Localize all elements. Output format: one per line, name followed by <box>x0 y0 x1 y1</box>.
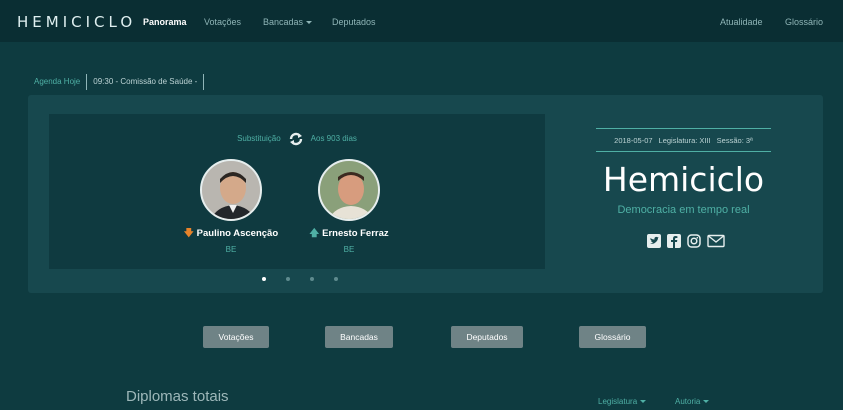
agenda-bar: Agenda Hoje 09:30 - Comissão de Saúde - <box>34 74 205 90</box>
section-title: Diplomas totais <box>126 388 229 405</box>
outgoing-name-text: Paulino Ascenção <box>196 228 279 239</box>
nav-deputados[interactable]: Deputados <box>332 17 376 27</box>
person-photo-icon <box>320 161 378 219</box>
hero-title: Hemiciclo <box>602 160 765 199</box>
arrow-down-icon: 🡇 <box>183 228 194 239</box>
nav-bancadas[interactable]: Bancadas <box>263 17 313 27</box>
session-number: Sessão: 3ª <box>716 135 753 145</box>
carousel-dot-3[interactable] <box>310 277 314 281</box>
deputados-button[interactable]: Deputados <box>451 326 523 348</box>
autoria-filter-label: Autoria <box>675 397 701 406</box>
mail-icon[interactable] <box>707 234 725 248</box>
outgoing-name: 🡇 Paulino Ascenção <box>171 226 291 242</box>
deputy-outgoing[interactable]: 🡇 Paulino Ascenção BE <box>171 159 291 254</box>
chevron-down-icon <box>640 400 647 404</box>
nav-atualidade[interactable]: Atualidade <box>720 17 763 27</box>
instagram-icon[interactable] <box>687 234 701 248</box>
nav-bancadas-label: Bancadas <box>263 17 304 27</box>
deputy-incoming[interactable]: 🡅 Ernesto Ferraz BE <box>289 159 409 254</box>
top-navbar: HEMICICLO Panorama Votações Bancadas Dep… <box>0 0 843 42</box>
carousel-dot-1[interactable] <box>262 277 266 281</box>
nav-panorama[interactable]: Panorama <box>143 17 187 27</box>
votacoes-button[interactable]: Votações <box>203 326 269 348</box>
chevron-down-icon <box>306 21 313 25</box>
carousel-slide: Substituição Aos 903 dias 🡇 Paulino Ascen… <box>49 114 545 269</box>
carousel-dot-4[interactable] <box>334 277 338 281</box>
agenda-label[interactable]: Agenda Hoje <box>34 74 88 90</box>
outgoing-party: BE <box>225 245 237 254</box>
avatar-outgoing <box>200 159 262 221</box>
agenda-value[interactable]: 09:30 - Comissão de Saúde - <box>87 74 205 90</box>
legislatura-filter[interactable]: Legislatura <box>598 397 647 406</box>
legislatura-filter-label: Legislatura <box>598 397 638 406</box>
carousel-dot-2[interactable] <box>286 277 290 281</box>
twitter-icon[interactable] <box>647 234 661 248</box>
substitution-label: Substituição <box>237 134 281 144</box>
nav-glossario[interactable]: Glossário <box>785 17 823 27</box>
incoming-party: BE <box>343 245 355 254</box>
glossario-button[interactable]: Glossário <box>579 326 646 348</box>
session-date: 2018-05-07 <box>614 135 653 145</box>
avatar-incoming <box>318 159 380 221</box>
bancadas-button[interactable]: Bancadas <box>325 326 393 348</box>
substitution-row: Substituição Aos 903 dias <box>49 132 545 146</box>
social-links <box>647 234 725 248</box>
facebook-icon[interactable] <box>667 234 681 248</box>
carousel-indicators <box>262 277 338 281</box>
person-photo-icon <box>202 161 260 219</box>
incoming-name: 🡅 Ernesto Ferraz <box>289 226 409 242</box>
brand-logo[interactable]: HEMICICLO <box>17 13 136 31</box>
days-label: Aos 903 dias <box>310 134 357 144</box>
arrow-up-icon: 🡅 <box>309 228 320 239</box>
session-info: 2018-05-07 Legislatura: XIII Sessão: 3ª <box>596 128 771 152</box>
refresh-icon <box>289 132 303 146</box>
session-legislature: Legislatura: XIII <box>658 135 711 145</box>
autoria-filter[interactable]: Autoria <box>675 397 710 406</box>
hero-subtitle: Democracia em tempo real <box>617 204 750 216</box>
incoming-name-text: Ernesto Ferraz <box>322 228 389 239</box>
chevron-down-icon <box>703 400 710 404</box>
nav-votacoes[interactable]: Votações <box>204 17 241 27</box>
